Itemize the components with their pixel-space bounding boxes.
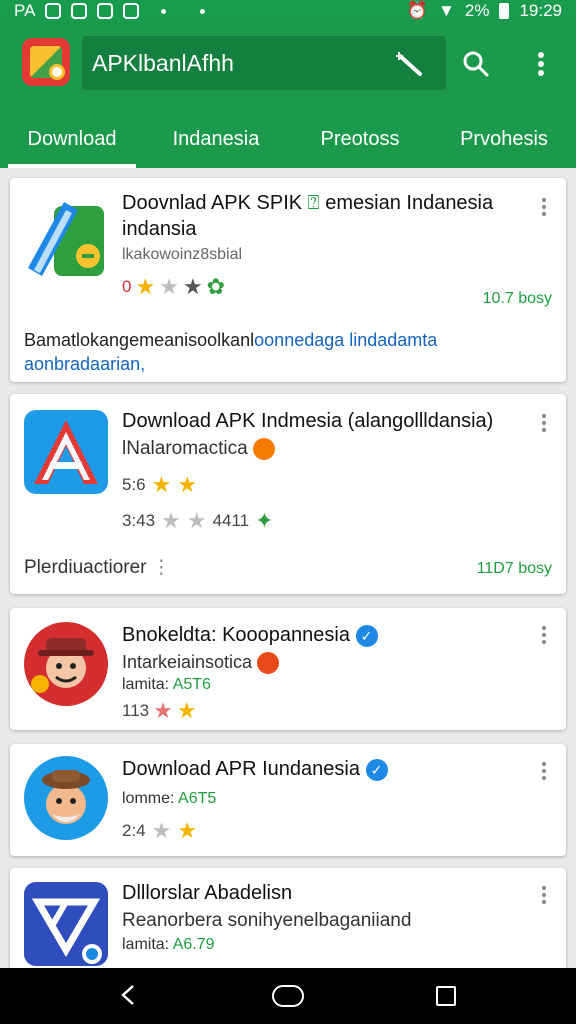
emoji-icon xyxy=(252,438,275,460)
app-size: 11D7 bosy xyxy=(476,560,552,577)
clock: 19:29 xyxy=(519,1,562,20)
tab-preotoss[interactable]: Preotoss xyxy=(288,110,432,168)
badge-icon: ✦ xyxy=(255,508,274,533)
star-icon: ★ xyxy=(151,472,172,497)
rating-row: 2:4 ★ ★ xyxy=(122,820,197,842)
verified-icon: ⍰ xyxy=(307,192,320,214)
tab-indanesia[interactable]: Indanesia xyxy=(144,110,288,168)
emoji-icon xyxy=(257,652,280,675)
search-icon[interactable] xyxy=(456,44,496,84)
status-bar: PA ⏰ ▼ 2% 19:29 xyxy=(0,0,576,22)
star-icon: ★ xyxy=(177,472,198,497)
badge-icon: ✿ xyxy=(206,274,226,299)
app-title: Download APK Indmesia (alangollldansia) xyxy=(122,410,494,432)
search-input[interactable]: APKlbanlAfhh xyxy=(82,36,446,90)
rating-value: 5:6 xyxy=(122,475,146,494)
rating-value: 0 xyxy=(122,277,132,296)
alarm-icon: ⏰ xyxy=(406,1,429,20)
app-list: Doovnlad APK SPIK ⍰ emesian Indanesia in… xyxy=(0,168,576,968)
tab-bar: Download Indanesia Preotoss Prvohesis xyxy=(0,110,576,168)
app-icon xyxy=(24,198,108,282)
meta-value: A6.79 xyxy=(172,936,215,953)
more-vert-icon[interactable] xyxy=(532,620,556,650)
star-icon: ★ xyxy=(176,698,197,723)
notification-icon xyxy=(97,3,114,19)
battery-icon xyxy=(499,3,510,19)
rating-value: 113 xyxy=(122,701,150,720)
more-vert-icon[interactable]: ⋮ xyxy=(152,557,171,578)
app-subtitle: lkakowoinz8sbial xyxy=(122,246,243,263)
app-title: Dlllorslar Abadelisn xyxy=(122,882,293,904)
app-icon xyxy=(24,622,108,706)
home-icon[interactable] xyxy=(272,985,304,1007)
star-icon: ★ xyxy=(159,274,179,299)
app-size: 10.7 bosy xyxy=(482,290,552,307)
star-icon: ★ xyxy=(153,698,173,723)
rating-count: 3:43 xyxy=(122,511,156,530)
app-title: Bnokeldta: Kooopannesia xyxy=(122,624,350,646)
verified-icon: ✓ xyxy=(365,758,388,781)
image-icon xyxy=(123,3,140,19)
app-subtitle: Intarkeiainsotica xyxy=(122,652,253,672)
list-item[interactable]: Dlllorslar Abadelisn Reanorbera sonihyen… xyxy=(10,868,566,968)
rating-value: 2:4 xyxy=(122,821,146,840)
more-vert-icon[interactable] xyxy=(532,756,556,786)
more-vert-icon[interactable] xyxy=(521,44,561,84)
app-bar: APKlbanlAfhh xyxy=(0,22,576,110)
rating-row: 113 ★ ★ xyxy=(122,700,197,722)
back-icon[interactable] xyxy=(118,984,140,1006)
notification-icon xyxy=(45,3,62,19)
list-item[interactable]: Download APR Iundanesia ✓ lomme: A6T5 2:… xyxy=(10,744,566,856)
meta-label: lomme: xyxy=(122,790,175,807)
rating-row-secondary: 3:43 ★ ★ 4411 ✦ xyxy=(122,510,274,532)
app-title-line2: indansia xyxy=(122,218,197,240)
more-vert-icon[interactable] xyxy=(532,880,556,910)
meta-label: lamita: xyxy=(122,676,170,693)
verified-icon: ✓ xyxy=(355,624,378,647)
star-icon: ★ xyxy=(161,508,181,533)
footer-label: Plerdiuactiorer xyxy=(24,557,147,578)
rating-row: 5:6 ★ ★ xyxy=(122,474,197,496)
tab-prvohesis[interactable]: Prvohesis xyxy=(432,110,576,168)
app-title-tail: emesian Indanesia xyxy=(325,192,494,214)
navigation-bar xyxy=(0,968,576,1024)
list-item[interactable]: Doovnlad APK SPIK ⍰ emesian Indanesia in… xyxy=(10,178,566,382)
app-icon xyxy=(24,410,108,494)
more-vert-icon[interactable] xyxy=(532,192,556,222)
tab-download[interactable]: Download xyxy=(0,110,144,168)
app-title: Download APR Iundanesia xyxy=(122,758,360,780)
star-icon: ★ xyxy=(182,274,203,299)
dot-icon xyxy=(161,8,167,14)
meta-value: A5T6 xyxy=(172,676,211,693)
meta-label: lamita: xyxy=(122,936,170,953)
star-icon: ★ xyxy=(151,818,172,843)
list-item[interactable]: Download APK Indmesia (alangollldansia) … xyxy=(10,394,566,594)
magic-wand-icon[interactable] xyxy=(396,50,424,78)
app-logo-icon[interactable] xyxy=(22,38,70,86)
review-count: 4411 xyxy=(212,511,250,530)
app-icon xyxy=(24,882,108,966)
rating-row: 0 ★ ★ ★ ✿ xyxy=(122,276,225,298)
list-item[interactable]: Bnokeldta: Kooopannesia ✓ Intarkeiainsot… xyxy=(10,608,566,730)
star-icon: ★ xyxy=(186,508,207,533)
meta-value: A6T5 xyxy=(178,790,217,807)
status-left-text: PA xyxy=(14,1,36,20)
search-text: APKlbanlAfhh xyxy=(92,49,234,76)
app-icon xyxy=(24,756,108,840)
dot-icon xyxy=(200,8,206,14)
star-icon: ★ xyxy=(177,818,198,843)
app-description: Bamatlokangemeanisoolkanloonnedaga linda… xyxy=(24,330,438,374)
app-title: Doovnlad APK SPIK xyxy=(122,192,303,214)
star-icon: ★ xyxy=(135,274,156,299)
notification-icon xyxy=(71,3,88,19)
recents-icon[interactable] xyxy=(436,986,456,1006)
app-subtitle: lNalaromactica xyxy=(122,438,248,460)
app-subtitle: Reanorbera sonihyenelbaganiiand xyxy=(122,910,412,931)
wifi-icon: ▼ xyxy=(438,1,455,20)
more-vert-icon[interactable] xyxy=(532,408,556,438)
battery-text: 2% xyxy=(464,1,490,20)
